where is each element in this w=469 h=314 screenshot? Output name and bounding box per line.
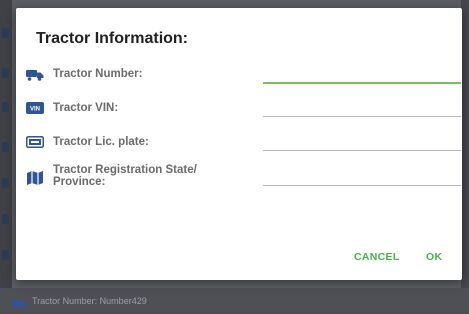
background-row-label: Tractor Number: Number429 <box>32 295 147 306</box>
tractor-number-input[interactable] <box>263 64 461 84</box>
ok-button[interactable]: OK <box>426 251 442 263</box>
vin-badge-text: VIN <box>30 107 40 113</box>
tractor-registration-state-label-line2: Province: <box>53 176 106 188</box>
dialog-title: Tractor Information: <box>36 30 189 47</box>
tractor-information-dialog: Tractor Information: Tractor Number: VIN… <box>16 8 462 280</box>
truck-icon <box>12 296 28 309</box>
tractor-vin-input[interactable] <box>263 98 461 117</box>
background-left-strip <box>0 0 12 313</box>
tractor-registration-state-input[interactable] <box>263 167 461 186</box>
background-list-row: Tractor Number: Number429 <box>0 288 469 313</box>
tractor-license-plate-input[interactable] <box>263 132 461 151</box>
truck-icon <box>26 68 44 82</box>
tractor-vin-label: Tractor VIN: <box>53 102 119 114</box>
cancel-button[interactable]: CANCEL <box>354 251 400 263</box>
tractor-number-label: Tractor Number: <box>53 68 143 80</box>
background-right-edge <box>461 0 469 313</box>
map-icon <box>26 170 44 186</box>
vin-badge-icon: VIN <box>26 101 44 115</box>
tractor-license-plate-label: Tractor Lic. plate: <box>53 136 149 148</box>
license-plate-icon <box>26 135 44 149</box>
